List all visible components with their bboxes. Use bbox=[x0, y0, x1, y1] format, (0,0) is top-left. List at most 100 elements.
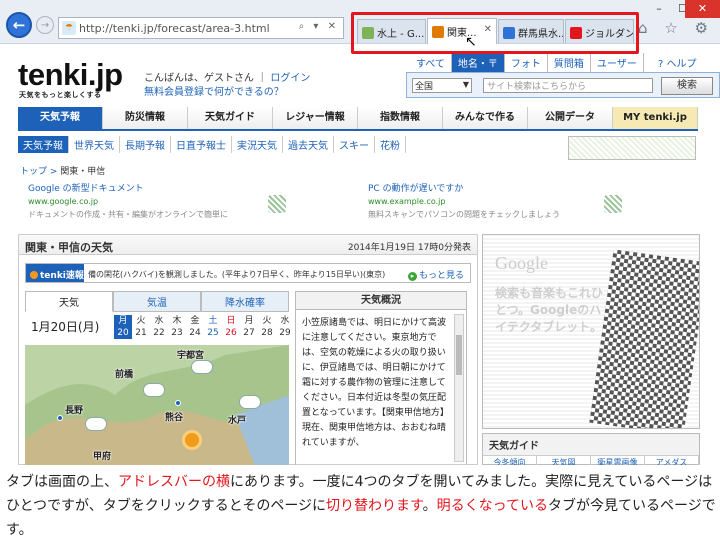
wg-tab-satellite[interactable]: 衛星雲画像 bbox=[591, 456, 645, 465]
breadcrumb-top[interactable]: トップ bbox=[20, 167, 47, 177]
map-tab-temperature[interactable]: 気温 bbox=[113, 291, 201, 312]
overview-title: 天気概況 bbox=[296, 292, 466, 310]
address-url[interactable]: http://tenki.jp/forecast/area-3.html bbox=[79, 22, 270, 35]
subnav-pollen[interactable]: 花粉 bbox=[375, 136, 406, 153]
map-label-kumagaya: 熊谷 bbox=[165, 413, 184, 423]
weekday: 土 bbox=[208, 316, 218, 326]
weather-map[interactable]: 宇都宮 前橋 長野 熊谷 水戸 甲府 bbox=[25, 345, 289, 465]
window-close-button[interactable]: ✕ bbox=[685, 0, 720, 18]
gnav-forecast[interactable]: 天気予報 bbox=[18, 107, 103, 129]
ad-title[interactable]: Google の新型ドキュメント bbox=[28, 181, 238, 194]
browser-toolbar: ← → ☂ http://tenki.jp/forecast/area-3.ht… bbox=[0, 0, 720, 54]
caption-highlight: 切り替わります bbox=[326, 498, 423, 514]
gnav-index[interactable]: 指数情報 bbox=[358, 107, 443, 129]
scrollbar-thumb[interactable] bbox=[456, 335, 462, 375]
forecast-day: 1月20日(月) bbox=[31, 320, 100, 334]
search-tab-qa[interactable]: 質問箱 bbox=[548, 53, 591, 72]
subnav-observation[interactable]: 実況天気 bbox=[232, 136, 283, 153]
text-ad-1[interactable]: Google の新型ドキュメント www.google.co.jp ドキュメント… bbox=[28, 181, 238, 220]
subnav-forecaster[interactable]: 日直予報士 bbox=[171, 136, 232, 153]
wg-tab-chart[interactable]: 天気図 bbox=[537, 456, 591, 465]
search-button[interactable]: 検索 bbox=[661, 77, 713, 95]
search-region-select[interactable]: 全国 bbox=[412, 78, 472, 93]
flash-dot-icon bbox=[30, 271, 38, 279]
forward-button[interactable]: → bbox=[36, 16, 54, 34]
flash-text[interactable]: 備の閑花(ハクバイ)を観測しました。(平年より7日早く、昨年より15日早い)(東… bbox=[88, 269, 385, 280]
tab-highlight-frame bbox=[351, 12, 639, 54]
cloud-icon bbox=[239, 395, 261, 409]
overview-scrollbar[interactable] bbox=[454, 314, 464, 462]
date-cell[interactable]: 金 24 bbox=[186, 315, 204, 339]
breadcrumb: トップ > 関東・甲信 bbox=[20, 164, 105, 177]
flash-label-text: tenki速報 bbox=[40, 271, 84, 281]
weekday: 火 bbox=[262, 316, 272, 326]
site-logo[interactable]: tenki.jp bbox=[18, 57, 123, 93]
site-tagline: 天気をもっと楽しくする bbox=[19, 91, 102, 99]
flash-more-label: もっと見る bbox=[418, 271, 464, 281]
gnav-public-data[interactable]: 公開データ bbox=[528, 107, 613, 129]
date-cell[interactable]: 日 26 bbox=[222, 315, 240, 339]
caption-text: 。 bbox=[422, 498, 437, 514]
back-button[interactable]: ← bbox=[6, 12, 32, 38]
forecast-issued-date: 2014年1月19日 17時0分発表 bbox=[347, 243, 471, 253]
flash-more-link[interactable]: ▸ もっと見る bbox=[407, 268, 464, 281]
date-cell[interactable]: 月 20 bbox=[114, 315, 132, 339]
weather-guide-title: 天気ガイド bbox=[483, 434, 699, 456]
date-cell[interactable]: 水 29 bbox=[276, 315, 294, 339]
explanation-caption: タブは画面の上、アドレスバーの横にあります。一度に4つのタブを開いてみました。実… bbox=[6, 470, 716, 542]
subnav-past[interactable]: 過去天気 bbox=[283, 136, 334, 153]
display-ad[interactable]: Google 検索も音楽もこれひとつ。Googleのハイテクタブレット。 bbox=[482, 234, 700, 429]
weekday: 日 bbox=[226, 316, 236, 326]
breadcrumb-current: 関東・甲信 bbox=[60, 167, 106, 177]
wg-tab-amedas[interactable]: アメダス bbox=[645, 456, 699, 465]
map-tab-weather[interactable]: 天気 bbox=[25, 291, 113, 312]
help-link[interactable]: ? ヘルプ bbox=[658, 55, 697, 70]
window-minimize-button[interactable]: – bbox=[648, 0, 670, 18]
day-number: 24 bbox=[189, 328, 201, 338]
date-cell[interactable]: 月 27 bbox=[240, 315, 258, 339]
gnav-disaster[interactable]: 防災情報 bbox=[103, 107, 188, 129]
free-register-link[interactable]: 無料会員登録で何ができるの？ bbox=[144, 83, 284, 98]
subnav-ski[interactable]: スキー bbox=[334, 136, 375, 153]
web-page: tenki.jp 天気をもっと楽しくする こんばんは、ゲストさん ｜ ログイン … bbox=[16, 45, 720, 465]
ad-info-icon[interactable] bbox=[268, 195, 286, 213]
text-ad-2[interactable]: PC の動作が遅いですか www.example.co.jp 無料スキャンでパソ… bbox=[368, 181, 578, 220]
help-icon: ? bbox=[658, 59, 664, 70]
date-cell[interactable]: 火 28 bbox=[258, 315, 276, 339]
day-number: 23 bbox=[171, 328, 183, 338]
search-input[interactable]: サイト検索はこちらから bbox=[483, 78, 653, 93]
ad-link: www.example.co.jp bbox=[368, 197, 446, 206]
toolbar-right-icons[interactable]: ⌂ ☆ ⚙ bbox=[638, 19, 714, 37]
sub-nav: 天気予報 世界天気 長期予報 日直予報士 実況天気 過去天気 スキー 花粉 bbox=[18, 136, 406, 153]
sun-icon bbox=[185, 433, 199, 447]
subnav-forecast[interactable]: 天気予報 bbox=[18, 136, 69, 153]
date-cell[interactable]: 水 22 bbox=[150, 315, 168, 339]
map-label-kofu: 甲府 bbox=[93, 452, 112, 462]
gnav-my-tenki[interactable]: MY tenki.jp bbox=[613, 107, 698, 129]
small-banner-ad[interactable] bbox=[568, 136, 696, 160]
date-cell[interactable]: 土 25 bbox=[204, 315, 222, 339]
search-tab-user[interactable]: ユーザー bbox=[591, 53, 644, 72]
subnav-world[interactable]: 世界天気 bbox=[69, 136, 120, 153]
date-cell[interactable]: 木 23 bbox=[168, 315, 186, 339]
search-tab-place[interactable]: 地名・〒 bbox=[451, 53, 505, 72]
weekday: 木 bbox=[172, 316, 182, 326]
cloud-icon bbox=[85, 417, 107, 431]
wg-tab-trend[interactable]: 今冬傾向 bbox=[483, 456, 537, 465]
ad-info-icon[interactable] bbox=[604, 195, 622, 213]
ad-title[interactable]: PC の動作が遅いですか bbox=[368, 181, 578, 194]
address-bar[interactable]: ☂ http://tenki.jp/forecast/area-3.html ⌕… bbox=[58, 17, 344, 39]
address-bar-icons[interactable]: ⌕ ▾ ✕ bbox=[299, 21, 339, 32]
breadcrumb-separator: > bbox=[47, 167, 61, 177]
gnav-leisure[interactable]: レジャー情報 bbox=[273, 107, 358, 129]
search-tab-all[interactable]: すべて bbox=[410, 53, 452, 72]
subnav-long-range[interactable]: 長期予報 bbox=[120, 136, 171, 153]
gnav-community[interactable]: みんなで作る bbox=[443, 107, 528, 129]
search-tab-photo[interactable]: フォト bbox=[505, 53, 548, 72]
gnav-guide[interactable]: 天気ガイド bbox=[188, 107, 273, 129]
day-number: 20 bbox=[117, 328, 129, 338]
day-number: 22 bbox=[153, 328, 165, 338]
date-cell[interactable]: 火 21 bbox=[132, 315, 150, 339]
site-favicon-icon: ☂ bbox=[62, 21, 76, 35]
map-tab-precipitation[interactable]: 降水確率 bbox=[201, 291, 289, 312]
